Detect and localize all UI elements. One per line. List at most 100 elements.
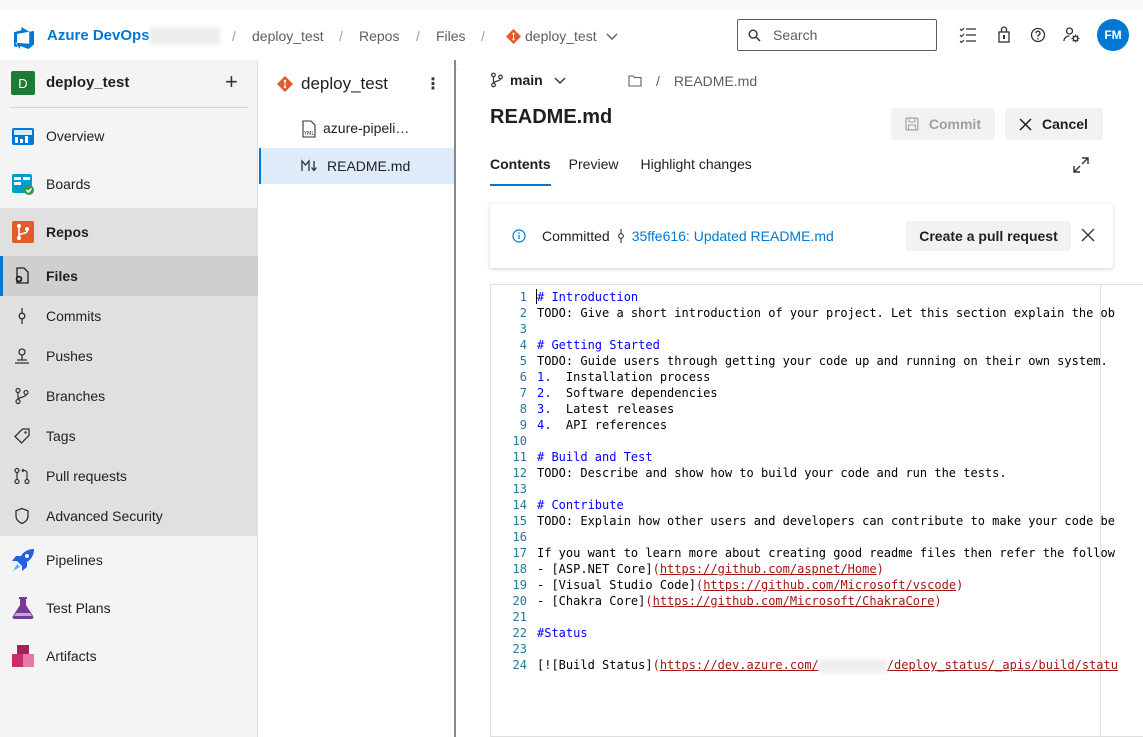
code-line[interactable]: 2 TODO: Give a short introduction of your… — [491, 305, 1143, 321]
project-avatar: D — [11, 71, 35, 95]
svg-text:YML: YML — [303, 131, 314, 137]
code-line[interactable]: 18 - [ASP.NET Core](https://github.com/as… — [491, 561, 1143, 577]
expand-icon[interactable] — [1072, 156, 1090, 174]
nav-test-plans[interactable]: Test Plans — [0, 596, 258, 620]
code-token: ( — [645, 594, 653, 608]
nav-pipelines[interactable]: Pipelines — [0, 548, 258, 572]
code-line[interactable]: 15 TODO: Explain how other users and deve… — [491, 513, 1143, 529]
line-number: 23 — [512, 642, 527, 656]
project-name[interactable]: deploy_test — [46, 74, 129, 91]
breadcrumb-repo-selector[interactable]: deploy_test — [506, 26, 619, 46]
code-line[interactable]: 5 TODO: Guide users through getting your … — [491, 353, 1143, 369]
line-number: 13 — [512, 482, 527, 496]
nav-overview[interactable]: Overview — [0, 124, 258, 148]
code-line[interactable]: 3 — [491, 321, 1143, 337]
branch-icon — [491, 72, 503, 88]
help-icon[interactable] — [1028, 25, 1048, 45]
nav-overview-label: Overview — [46, 128, 105, 144]
repo-name[interactable]: deploy_test — [301, 74, 388, 94]
code-line[interactable]: 7 2. Software dependencies — [491, 385, 1143, 401]
work-items-icon[interactable] — [958, 25, 978, 45]
line-text: 1. Installation process — [537, 369, 710, 385]
code-token: https://dev.azure.com/ — [659, 658, 819, 672]
file-tree-item[interactable]: YML azure-pipeli… — [259, 110, 454, 146]
code-line[interactable]: 19 - [Visual Studio Code](https://github.… — [491, 577, 1143, 593]
user-avatar[interactable]: FM — [1097, 19, 1129, 51]
user-settings-icon[interactable] — [1062, 25, 1082, 45]
nav-artifacts[interactable]: Artifacts — [0, 644, 258, 668]
nav-commits[interactable]: Commits — [0, 307, 258, 325]
tab-highlight-changes[interactable]: Highlight changes — [640, 156, 751, 186]
code-line[interactable]: 21 — [491, 609, 1143, 625]
code-line[interactable]: 13 — [491, 481, 1143, 497]
nav-advanced-security[interactable]: Advanced Security — [0, 507, 258, 525]
code-line[interactable]: 16 — [491, 529, 1143, 545]
commit-button[interactable]: Commit — [891, 108, 995, 140]
code-line[interactable]: 24 [![Build Status](https://dev.azure.com… — [491, 657, 1143, 673]
line-number: 24 — [512, 658, 527, 672]
line-number: 5 — [519, 354, 527, 368]
search-box[interactable]: Search — [737, 19, 937, 51]
code-token: Installation process — [551, 370, 711, 384]
breadcrumb-project[interactable]: deploy_test — [252, 26, 324, 46]
code-line[interactable]: 8 3. Latest releases — [491, 401, 1143, 417]
path-file-name[interactable]: README.md — [674, 73, 757, 89]
line-text: 2. Software dependencies — [537, 385, 718, 401]
code-token: # Contribute — [537, 498, 624, 512]
nav-branches[interactable]: Branches — [0, 387, 258, 405]
tab-contents[interactable]: Contents — [490, 156, 551, 186]
add-icon[interactable]: + — [225, 70, 238, 94]
code-line[interactable]: 12 TODO: Describe and show how to build y… — [491, 465, 1143, 481]
breadcrumb-repo-label: deploy_test — [525, 28, 597, 44]
left-navigation: D deploy_test + Overview Boards Repos Fi… — [0, 60, 258, 737]
line-text: #Status — [537, 625, 588, 641]
nav-repos[interactable]: Repos — [0, 220, 258, 244]
code-line[interactable]: 10 — [491, 433, 1143, 449]
breadcrumb-files[interactable]: Files — [436, 26, 466, 46]
page-title: README.md — [490, 106, 613, 128]
code-token: # Introduction — [537, 290, 639, 304]
code-line[interactable]: 22 #Status — [491, 625, 1143, 641]
nav-files[interactable]: Files — [0, 267, 258, 285]
tab-preview[interactable]: Preview — [569, 156, 619, 186]
azure-devops-logo-icon[interactable] — [12, 26, 36, 50]
code-line[interactable]: 9 4. API references — [491, 417, 1143, 433]
code-token: /deploy_status/_apis/build/statu — [886, 658, 1118, 672]
nav-pull-requests[interactable]: Pull requests — [0, 467, 258, 485]
git-repo-icon — [506, 28, 521, 44]
code-line[interactable]: 11 # Build and Test — [491, 449, 1143, 465]
code-line[interactable]: 17 If you want to learn more about creati… — [491, 545, 1143, 561]
close-icon[interactable] — [1081, 228, 1095, 242]
cancel-button[interactable]: Cancel — [1005, 108, 1103, 140]
breadcrumb-separator: / — [416, 28, 420, 44]
nav-boards[interactable]: Boards — [0, 172, 258, 196]
code-editor[interactable]: 1 # Introduction 2 TODO: Give a short intro… — [490, 284, 1143, 737]
branch-selector[interactable]: main — [490, 72, 567, 88]
line-text: TODO: Guide users through getting your c… — [537, 353, 1108, 369]
chevron-down-icon — [606, 33, 618, 40]
commit-link[interactable]: 35ffe616: Updated README.md — [632, 228, 834, 244]
breadcrumb-repos[interactable]: Repos — [359, 26, 399, 46]
folder-icon[interactable] — [628, 75, 642, 87]
project-header[interactable]: D deploy_test + — [0, 60, 258, 107]
code-line[interactable]: 4 # Getting Started — [491, 337, 1143, 353]
repos-icon — [12, 221, 34, 243]
brand-name[interactable]: Azure DevOps — [47, 26, 150, 46]
code-line[interactable]: 20 - [Chakra Core](https://github.com/Mic… — [491, 593, 1143, 609]
more-options-icon[interactable]: ⋮ — [425, 74, 441, 94]
nav-tags[interactable]: Tags — [0, 427, 258, 445]
chevron-down-icon — [554, 77, 566, 84]
organization-name-redacted[interactable] — [150, 27, 220, 45]
marketplace-bag-icon[interactable] — [994, 25, 1014, 45]
code-line[interactable]: 14 # Contribute — [491, 497, 1143, 513]
file-tree-item-selected[interactable]: README.md — [259, 148, 454, 184]
code-line[interactable]: 6 1. Installation process — [491, 369, 1143, 385]
search-input[interactable]: Search — [773, 27, 817, 43]
code-token: # Getting Started — [537, 338, 660, 352]
create-pull-request-button[interactable]: Create a pull request — [906, 221, 1071, 251]
code-line[interactable]: 1 # Introduction — [491, 289, 1143, 305]
line-number: 20 — [512, 594, 527, 608]
nav-pushes[interactable]: Pushes — [0, 347, 258, 365]
nav-pull-requests-label: Pull requests — [46, 468, 127, 484]
code-line[interactable]: 23 — [491, 641, 1143, 657]
